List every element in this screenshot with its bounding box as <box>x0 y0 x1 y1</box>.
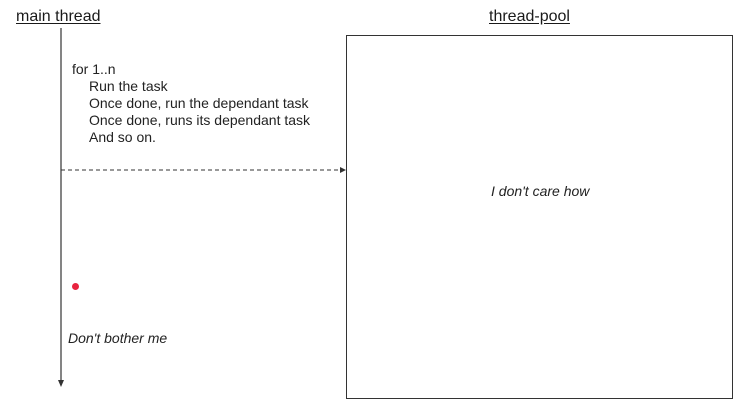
thread-pool-box <box>346 35 733 399</box>
main-thread-note: Don't bother me <box>68 330 168 346</box>
thread-pool-heading: thread-pool <box>489 8 570 25</box>
loop-step: Once done, runs its dependant task <box>89 112 311 128</box>
loop-step: Run the task <box>89 78 168 94</box>
loop-step: Once done, run the dependant task <box>89 95 309 111</box>
main-thread-heading: main thread <box>16 8 101 25</box>
thread-pool-note: I don't care how <box>491 183 590 199</box>
main-thread-timeline-arrow <box>58 28 64 387</box>
loop-step: And so on. <box>89 129 156 145</box>
red-dot-marker <box>72 283 79 290</box>
loop-line: for 1..n <box>72 61 116 77</box>
handoff-dashed-arrow <box>61 167 346 173</box>
